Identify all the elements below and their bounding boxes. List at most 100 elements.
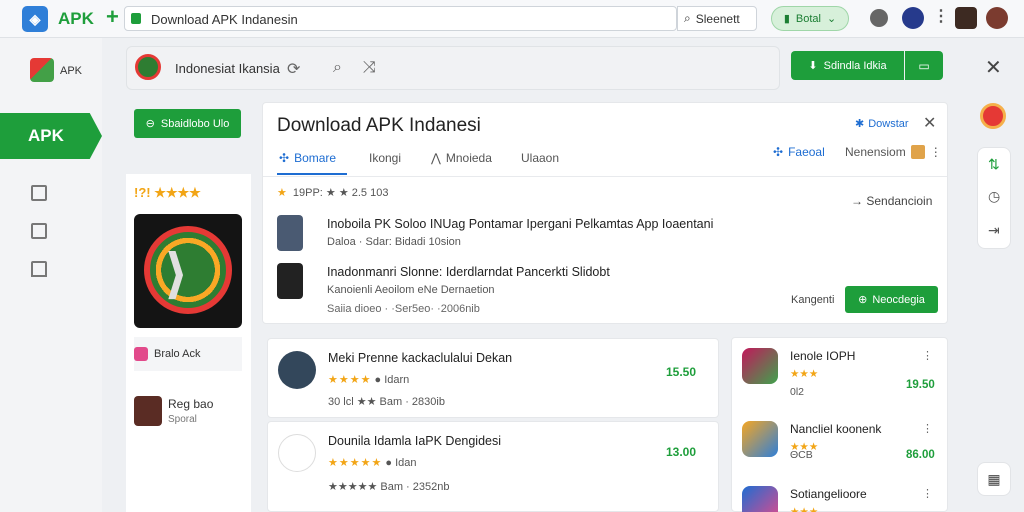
category-label: Kangenti [791,294,835,306]
export-icon[interactable]: ⇥ [988,222,1000,239]
list-item[interactable]: Ienole IOPH ★★★ 0l2 19.50 ⋮ [742,348,939,398]
more-icon[interactable]: ⋮ [922,349,933,362]
badge-icon[interactable] [980,103,1006,129]
tab-ikongi[interactable]: Ikongi [369,151,401,165]
more-icon[interactable]: ⋮ [930,145,942,159]
app-large-icon: ⟩ [134,214,242,328]
list-item-label: Bralo Ack [154,348,201,360]
app-extra: Idarn [384,374,410,386]
triangle-icon: ⋀ [431,151,441,165]
search-button[interactable]: ⌕ Sleenett [677,6,757,31]
close-icon[interactable]: ✕ [985,55,1002,80]
sort-link[interactable]: → Sendancioin [851,194,932,208]
page-title: Download APK Indanesi [277,115,481,136]
list-item[interactable]: Sotiangelioore ★★★ ⋮ [742,486,939,512]
download-icon: ⊕ [858,294,868,306]
tab-nenensiom[interactable]: Nenensiom ⋮ [845,145,942,159]
app-name: Ienole IOPH [790,349,856,363]
list-item-subtitle: Kanoienli Aeoilom eNe Dernaetion [327,284,495,296]
app-icon [742,486,778,512]
download-all-button[interactable]: ⬇ Sdindla Idkia [791,51,904,80]
app-list-card[interactable]: Meki Prenne kackaclulalui Dekan ★★★★ ● I… [267,338,719,418]
tab-label: Ulaaon [521,151,560,165]
list-item[interactable]: Reg bao Sporal [134,394,242,428]
chat-button[interactable]: ▭ [905,51,943,80]
shuffle-icon[interactable]: ⤨ [363,59,376,77]
download-all-label: Sdindla Idkia [823,59,887,72]
app-logo-icon[interactable]: ◈ [22,6,48,32]
info-icon: ● [385,457,396,469]
app-sub: ΘCB [790,449,813,461]
folder-icon[interactable] [31,223,47,239]
list-item-subtitle: Sporal [168,414,197,425]
search-icon[interactable]: ⌕ [333,59,342,77]
package-icon [910,145,925,159]
address-bar[interactable]: Download APK Indanesin [124,6,677,31]
calendar-icon[interactable] [31,185,47,201]
detail-pill-button[interactable]: ▮ Botal ⌄ [771,6,849,31]
browser-toolbar: ◈ APK + Download APK Indanesin ⌕ Sleenet… [0,0,1024,38]
rail-item-apk[interactable]: APK [0,113,102,159]
price-label: 13.00 [666,445,697,459]
app-summary-panel: !?! ★★★★ ⟩ Bralo Ack Reg bao Sporal [126,174,251,512]
app-sub: 0l2 [790,386,805,398]
tab-mnoieda[interactable]: ⋀ Mnoieda [431,151,492,165]
avatar[interactable] [955,7,977,29]
apk-logo-icon[interactable] [30,58,54,82]
rating-stars: ★★★ [790,368,819,380]
menu-dots-icon[interactable]: ⋮ [933,6,949,26]
list-item[interactable]: Inadonmanri Slonne: Iderdlarndat Pancerk… [277,263,757,299]
refresh-icon[interactable]: ⟳ [287,59,300,79]
app-icon-glyph: ⟩ [164,242,189,305]
clock-icon[interactable]: ◷ [988,188,1000,205]
close-icon[interactable]: ✕ [923,113,936,133]
app-title: Meki Prenne kackaclulalui Dekan [328,351,513,365]
info-icon: ● [374,374,385,386]
tab-faeoal[interactable]: ✣ Faeoal [773,145,825,159]
search-button-label: Sleenett [695,11,740,26]
tab-label: Bomare [294,151,337,165]
lock-icon [131,13,141,24]
calendar-icon[interactable]: ▦ [977,462,1011,496]
donate-label: Dowstar [868,117,909,130]
download-icon: ⊖ [145,118,155,130]
home-icon[interactable] [31,261,47,277]
app-icon [135,54,161,80]
app-list-card[interactable]: Dounila Idamla IaPK Dengidesi ★★★★★ ● Id… [267,421,719,512]
tab-ulaaon[interactable]: Ulaaon [521,151,559,165]
search-query-label[interactable]: Indonesiat Ikansia [175,61,280,76]
side-app-list: Ienole IOPH ★★★ 0l2 19.50 ⋮ Nancliel koo… [731,337,948,512]
star-icon: ★ [277,187,287,199]
app-name: Nancliel koonenk [790,422,882,436]
avatar[interactable] [986,7,1008,29]
extension-icon[interactable] [902,7,924,29]
list-item[interactable]: Nancliel koonenk ★★★ ΘCB 86.00 ⋮ [742,421,939,466]
avatar [277,215,303,251]
donate-link[interactable]: ✱ Dowstar [855,117,909,131]
list-item[interactable]: Inoboila PK Soloo INUag Pontamar Ipergan… [277,215,757,251]
more-icon[interactable]: ⋮ [922,422,933,435]
sync-icon[interactable]: ⇅ [988,156,1000,173]
avatar [278,351,316,389]
app-icon [742,348,778,384]
app-title: Dounila Idamla IaPK Dengidesi [328,434,502,448]
avatar [277,263,303,299]
tab-label: Nenensiom [845,145,906,159]
download-button[interactable]: ⊖ Sbaidlobo Ulo [134,109,241,138]
new-tab-plus-icon[interactable]: + [106,6,119,28]
meta-row: ★ 19PP: ★ ★ 2.5 103 [277,186,388,199]
tab-label: Mnoieda [445,151,492,165]
app-subtitle: ★★★★★ Bam · 2352nb [328,481,450,493]
active-tab-underline [277,173,347,175]
star-icon: ✱ [855,118,865,130]
puzzle-icon: ✣ [773,145,784,159]
avatar [278,434,316,472]
install-button[interactable]: ⊕ Neocdegia [845,286,938,313]
app-icon [742,421,778,457]
list-item[interactable]: Bralo Ack [134,337,242,371]
price-label: 86.00 [906,449,935,461]
tab-bomare[interactable]: ✣ Bomare [279,151,336,165]
profile-icon[interactable] [870,9,888,27]
left-rail: APK APK [0,38,102,512]
more-icon[interactable]: ⋮ [922,487,933,500]
